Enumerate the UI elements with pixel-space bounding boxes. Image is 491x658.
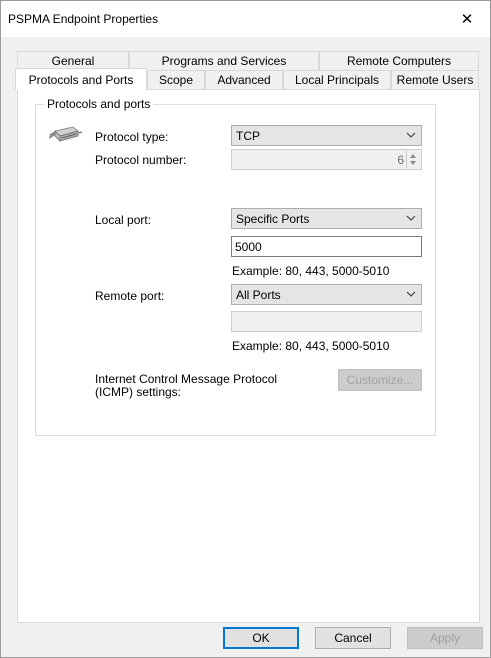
tab-programs-and-services[interactable]: Programs and Services (129, 51, 319, 70)
remote-port-label: Remote port: (95, 289, 165, 303)
protocol-number-stepper[interactable]: 6 (231, 149, 422, 170)
tab-advanced[interactable]: Advanced (205, 70, 283, 89)
tab-page-protocols-and-ports: Protocols and ports Protocol type: TCP P… (17, 89, 480, 623)
tab-local-principals[interactable]: Local Principals (283, 70, 391, 89)
protocol-type-dropdown[interactable]: TCP (231, 125, 422, 146)
ok-button[interactable]: OK (223, 627, 299, 649)
spin-arrows-icon (406, 151, 416, 168)
icmp-label-line1: Internet Control Message Protocol (95, 372, 278, 386)
tab-scope[interactable]: Scope (147, 70, 205, 89)
icmp-settings-label: Internet Control Message Protocol (ICMP)… (95, 373, 277, 399)
customize-button[interactable]: Customize... (338, 369, 422, 391)
tab-remote-users[interactable]: Remote Users (391, 70, 479, 89)
close-icon: ✕ (460, 11, 474, 28)
network-plug-icon (49, 126, 83, 142)
protocol-number-label: Protocol number: (95, 153, 187, 167)
chevron-down-icon (406, 291, 416, 297)
group-title: Protocols and ports (44, 97, 154, 111)
remote-port-dropdown[interactable]: All Ports (231, 284, 422, 305)
protocol-type-label: Protocol type: (95, 130, 169, 144)
tab-protocols-and-ports[interactable]: Protocols and Ports (15, 68, 147, 90)
cancel-button[interactable]: Cancel (315, 627, 391, 649)
title-bar: PSPMA Endpoint Properties ✕ (1, 1, 490, 37)
apply-button[interactable]: Apply (407, 627, 483, 649)
remote-port-example: Example: 80, 443, 5000-5010 (232, 339, 390, 353)
protocol-type-value: TCP (236, 128, 260, 143)
icmp-label-line2: (ICMP) settings: (95, 385, 182, 399)
protocols-and-ports-group: Protocols and ports Protocol type: TCP P… (35, 97, 436, 436)
remote-port-input[interactable] (231, 311, 422, 332)
tab-remote-computers[interactable]: Remote Computers (319, 51, 479, 70)
remote-port-value: All Ports (236, 287, 281, 302)
close-button[interactable]: ✕ (444, 1, 490, 37)
chevron-down-icon (406, 132, 416, 138)
protocol-number-value: 6 (397, 153, 404, 167)
properties-dialog: PSPMA Endpoint Properties ✕ General Prog… (0, 0, 491, 658)
window-title: PSPMA Endpoint Properties (8, 12, 159, 26)
local-port-example: Example: 80, 443, 5000-5010 (232, 264, 390, 278)
chevron-down-icon (406, 215, 416, 221)
local-port-value: Specific Ports (236, 211, 310, 226)
local-port-dropdown[interactable]: Specific Ports (231, 208, 422, 229)
local-port-input[interactable]: 5000 (231, 236, 422, 257)
local-port-label: Local port: (95, 213, 152, 227)
